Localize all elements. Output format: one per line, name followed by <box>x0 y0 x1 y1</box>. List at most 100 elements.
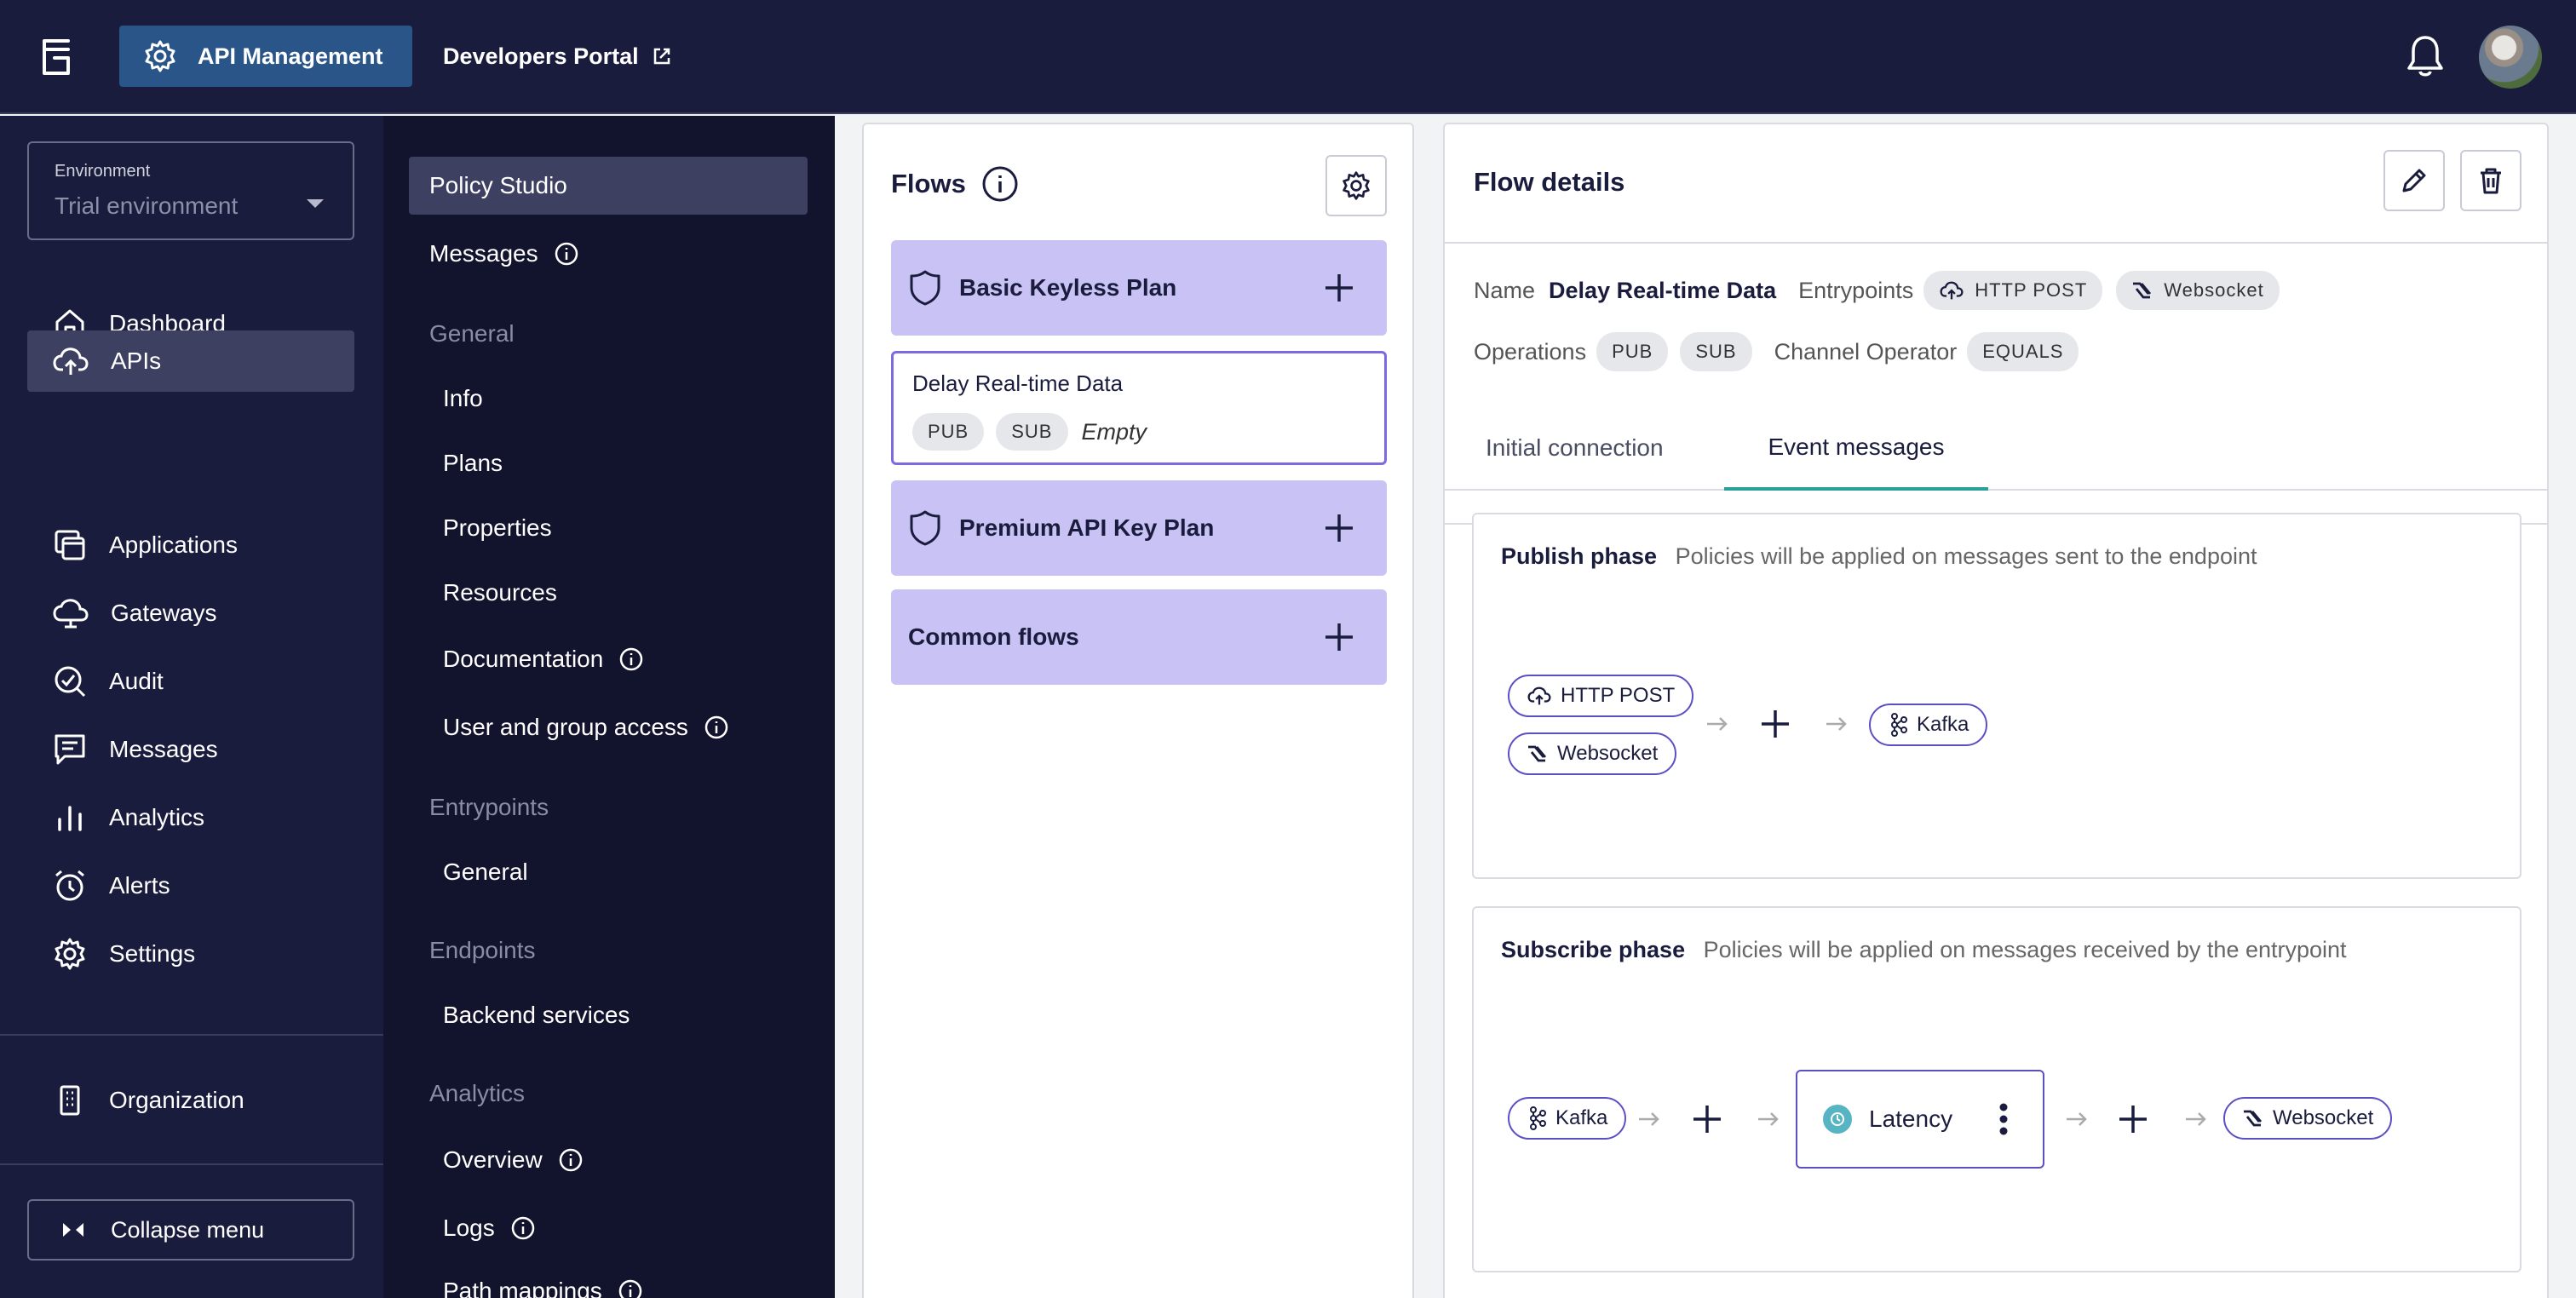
info-icon <box>618 1279 642 1298</box>
info-icon <box>704 715 728 739</box>
add-flow-plus-icon[interactable] <box>1322 271 1356 305</box>
subscribe-phase-description: Policies will be applied on messages rec… <box>1703 937 2347 962</box>
nav-messages[interactable]: Messages <box>27 719 354 780</box>
nav-apis[interactable]: APIs <box>27 330 354 392</box>
delete-flow-button[interactable] <box>2460 150 2521 211</box>
nav-gateways-label: Gateways <box>111 600 217 626</box>
nav-applications-label: Applications <box>109 531 238 558</box>
entrypoint-http-post-label: HTTP POST <box>1975 279 2088 301</box>
nav-organization[interactable]: Organization <box>27 1070 354 1131</box>
submenu-resources[interactable]: Resources <box>443 564 557 622</box>
plan-premium-api-key[interactable]: Premium API Key Plan <box>891 480 1387 576</box>
path-mappings-label: Path mappings <box>443 1278 602 1298</box>
flow-card-delay-real-time-data[interactable]: Delay Real-time Data PUB SUB Empty <box>891 351 1387 465</box>
subscribe-phase: Subscribe phase Policies will be applied… <box>1472 906 2521 1272</box>
submenu-user-group-access[interactable]: User and group access <box>443 698 729 756</box>
subscribe-phase-header: Subscribe phase Policies will be applied… <box>1501 937 2347 963</box>
add-policy-plus-icon[interactable] <box>1692 1104 1722 1134</box>
nav-alerts[interactable]: Alerts <box>27 855 354 916</box>
websocket-icon <box>1528 745 1547 762</box>
nav-audit[interactable]: Audit <box>27 651 354 712</box>
plan-common-flows[interactable]: Common flows <box>891 589 1387 685</box>
submenu-properties[interactable]: Properties <box>443 499 552 557</box>
collapse-menu-label: Collapse menu <box>111 1216 265 1243</box>
nav-messages-label: Messages <box>109 736 218 762</box>
tab-initial-connection[interactable]: Initial connection <box>1486 407 1664 489</box>
edit-flow-button[interactable] <box>2383 150 2445 211</box>
submenu-path-mappings[interactable]: Path mappings <box>443 1262 643 1298</box>
publish-input-http-post[interactable]: HTTP POST <box>1508 675 1694 717</box>
api-management-label: API Management <box>198 43 383 69</box>
alarm-icon <box>55 870 84 901</box>
arrow-right-icon <box>2067 1112 2087 1126</box>
gateway-icon <box>53 599 89 629</box>
submenu-info[interactable]: Info <box>443 370 483 428</box>
environment-select[interactable]: Environment Trial environment <box>27 141 354 240</box>
nav-analytics[interactable]: Analytics <box>27 787 354 848</box>
building-icon <box>60 1085 80 1116</box>
notifications-bell-icon[interactable] <box>2406 34 2445 78</box>
plan-basic-keyless-label: Basic Keyless Plan <box>959 274 1177 301</box>
subscribe-input-kafka-label: Kafka <box>1555 1106 1608 1129</box>
chevron-down-icon <box>307 199 324 208</box>
policy-card-latency[interactable]: Latency <box>1796 1070 2044 1169</box>
submenu-messages[interactable]: Messages <box>409 225 579 283</box>
nav-apis-label: APIs <box>111 347 162 374</box>
cloud-upload-icon <box>1527 686 1551 705</box>
nav-settings-label: Settings <box>109 940 196 967</box>
flow-name: Delay Real-time Data <box>912 370 1124 396</box>
submenu-plans[interactable]: Plans <box>443 434 503 492</box>
collapse-menu-button[interactable]: Collapse menu <box>27 1199 354 1261</box>
info-icon <box>620 647 643 671</box>
api-management-button[interactable]: API Management <box>119 26 412 87</box>
submenu-logs[interactable]: Logs <box>443 1199 536 1257</box>
submenu-entrypoints-general[interactable]: General <box>443 843 528 901</box>
pencil-icon <box>2402 169 2426 192</box>
submenu-overview[interactable]: Overview <box>443 1131 584 1189</box>
subscribe-output-websocket[interactable]: Websocket <box>2223 1097 2393 1140</box>
policy-studio-label: Policy Studio <box>429 172 567 198</box>
submenu-backend-services[interactable]: Backend services <box>443 986 630 1044</box>
entrypoint-chip-websocket: Websocket <box>2116 271 2280 310</box>
nav-organization-label: Organization <box>109 1087 244 1113</box>
publish-input-websocket[interactable]: Websocket <box>1508 732 1677 775</box>
user-avatar[interactable] <box>2479 26 2542 89</box>
main-sidebar: Environment Trial environment Dashboard … <box>0 116 383 1298</box>
arrow-right-icon <box>1707 717 1728 731</box>
add-policy-plus-icon[interactable] <box>1760 709 1791 739</box>
environment-label: Environment <box>55 162 151 181</box>
add-flow-plus-icon[interactable] <box>1322 511 1356 545</box>
nav-audit-label: Audit <box>109 668 164 694</box>
websocket-icon <box>2133 282 2152 299</box>
latency-policy-icon <box>1823 1105 1852 1134</box>
sidebar-divider <box>0 1034 383 1036</box>
channel-operator-label: Channel Operator <box>1774 338 1958 365</box>
nav-settings[interactable]: Settings <box>27 923 354 985</box>
subscribe-input-kafka[interactable]: Kafka <box>1508 1097 1627 1140</box>
developers-portal-link[interactable]: Developers Portal <box>443 26 671 87</box>
submenu-policy-studio[interactable]: Policy Studio <box>409 157 808 215</box>
entrypoints-label: Entrypoints <box>1798 277 1914 303</box>
top-bar: API Management Developers Portal <box>0 0 2576 114</box>
gravitee-logo-icon[interactable] <box>37 37 75 77</box>
info-icon[interactable] <box>981 165 1019 203</box>
info-icon <box>559 1148 582 1172</box>
publish-output-kafka[interactable]: Kafka <box>1869 704 1988 746</box>
submenu-documentation[interactable]: Documentation <box>443 630 644 688</box>
analytics-icon <box>58 806 82 831</box>
nav-gateways[interactable]: Gateways <box>27 583 354 644</box>
developers-portal-label: Developers Portal <box>443 43 639 69</box>
add-policy-plus-icon[interactable] <box>2118 1104 2148 1134</box>
add-flow-plus-icon[interactable] <box>1322 620 1356 654</box>
nav-applications[interactable]: Applications <box>27 514 354 576</box>
flows-title-label: Flows <box>891 169 966 198</box>
flow-meta-row-1: Name Delay Real-time Data Entrypoints HT… <box>1474 271 2280 310</box>
flow-condition: Empty <box>1081 418 1147 445</box>
flows-settings-button[interactable] <box>1325 155 1387 216</box>
more-vert-icon[interactable] <box>1998 1102 2009 1136</box>
flow-details-panel: Flow details Name Delay Real-time Data E… <box>1443 123 2549 1298</box>
entrypoints-general-label: General <box>443 859 528 885</box>
tab-event-messages[interactable]: Event messages <box>1724 407 1988 491</box>
subscribe-phase-title: Subscribe phase <box>1501 937 1686 962</box>
plan-basic-keyless[interactable]: Basic Keyless Plan <box>891 240 1387 336</box>
